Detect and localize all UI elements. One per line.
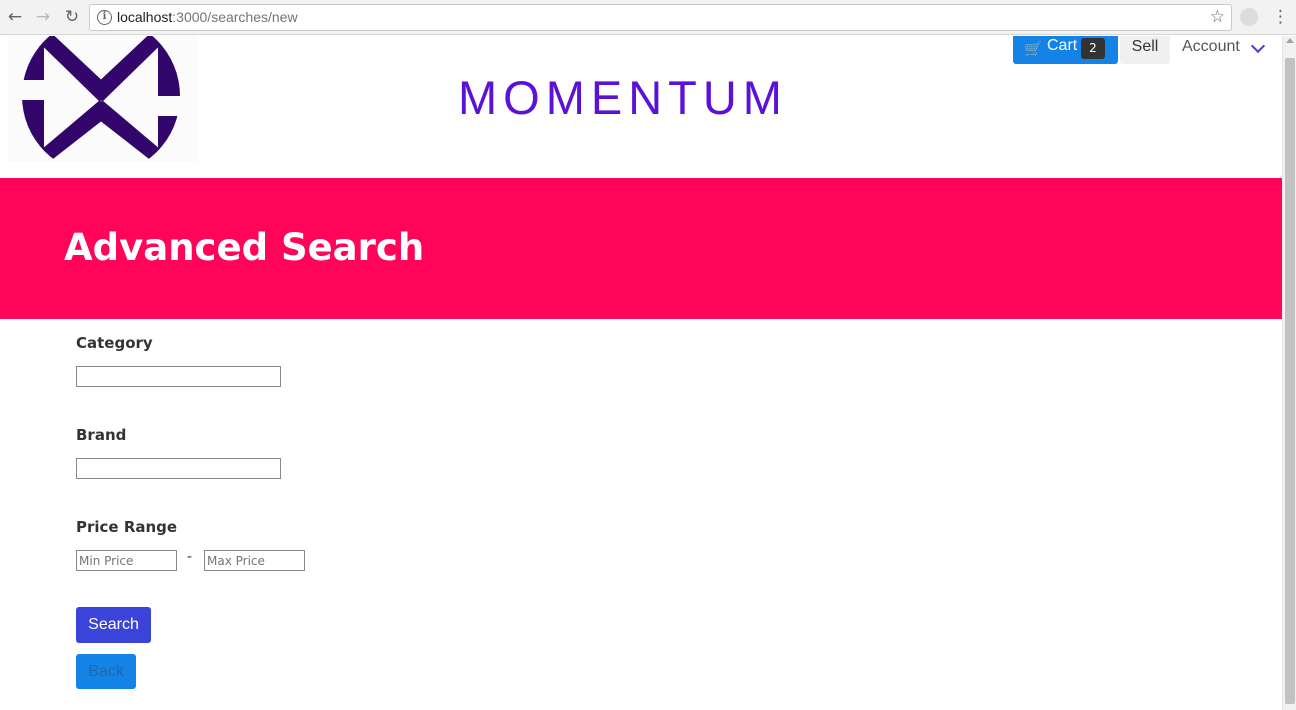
- back-button[interactable]: Back: [76, 654, 136, 689]
- min-price-input[interactable]: [76, 550, 177, 571]
- cart-label: Cart: [1047, 37, 1078, 54]
- price-separator: -: [187, 549, 193, 565]
- account-dropdown[interactable]: Account: [1182, 38, 1240, 56]
- sell-button[interactable]: Sell: [1120, 36, 1170, 64]
- address-bar[interactable]: i localhost:3000/searches/new ☆: [89, 4, 1232, 31]
- max-price-input[interactable]: [204, 550, 305, 571]
- info-icon[interactable]: i: [97, 10, 112, 25]
- back-arrow-icon[interactable]: ←: [4, 6, 26, 28]
- momentum-logo[interactable]: [8, 26, 198, 166]
- brand-label: Brand: [76, 426, 127, 444]
- brand-title[interactable]: MOMENTUM: [458, 70, 788, 125]
- shopping-cart-icon: 🛒: [1024, 40, 1043, 58]
- search-button[interactable]: Search: [76, 607, 151, 643]
- cart-count-badge: 2: [1081, 38, 1105, 59]
- page-title: Advanced Search: [64, 226, 425, 269]
- extension-icon[interactable]: [1240, 8, 1258, 26]
- page-banner: Advanced Search: [0, 178, 1282, 319]
- browser-toolbar: ← → ↻ i localhost:3000/searches/new ☆ ⋮: [0, 0, 1296, 35]
- category-input[interactable]: [76, 366, 281, 387]
- chevron-down-icon[interactable]: [1250, 38, 1266, 54]
- cart-button[interactable]: 🛒 Cart 2: [1013, 36, 1118, 64]
- price-range-label: Price Range: [76, 518, 178, 536]
- reload-icon[interactable]: ↻: [61, 6, 83, 28]
- forward-arrow-icon[interactable]: →: [32, 6, 54, 28]
- bookmark-star-icon[interactable]: ☆: [1210, 7, 1225, 27]
- page-scrollbar[interactable]: [1282, 36, 1296, 710]
- browser-menu-icon[interactable]: ⋮: [1272, 7, 1289, 27]
- brand-input[interactable]: [76, 458, 281, 479]
- scroll-thumb[interactable]: [1285, 58, 1295, 704]
- category-label: Category: [76, 334, 153, 352]
- scroll-up-icon[interactable]: [1286, 38, 1294, 43]
- url-text: localhost:3000/searches/new: [117, 9, 298, 25]
